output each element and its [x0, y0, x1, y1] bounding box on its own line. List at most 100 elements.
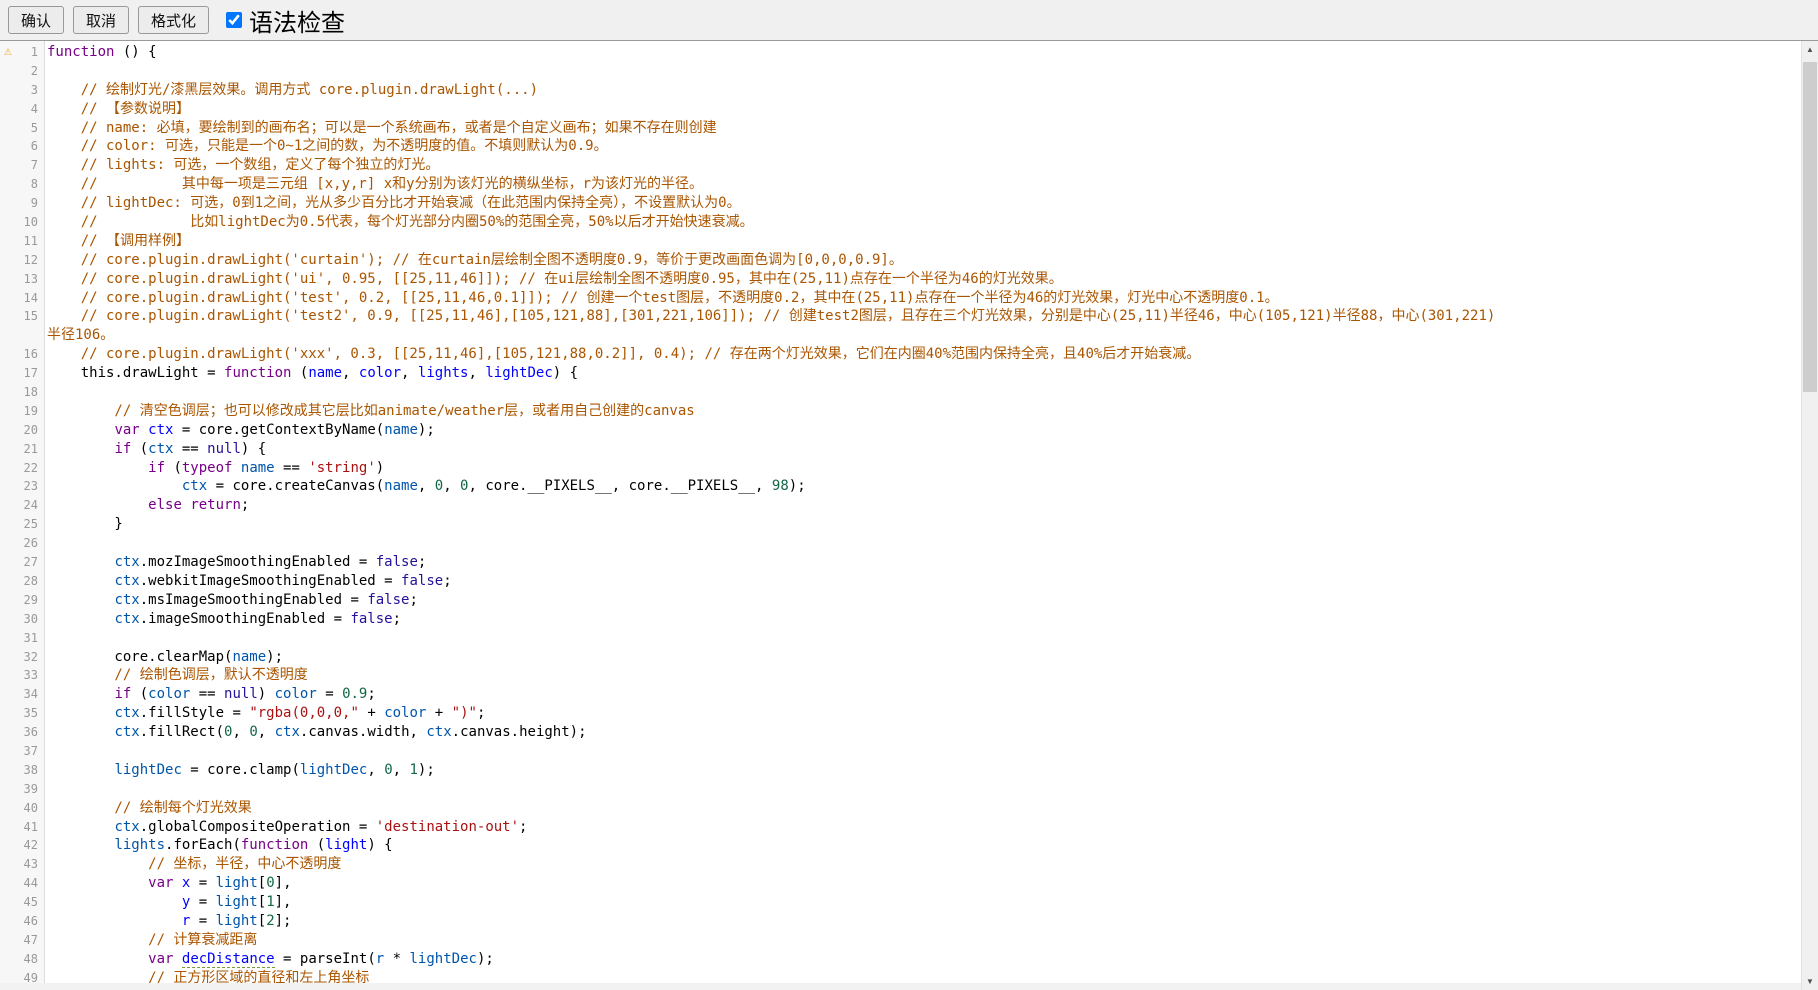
code-line[interactable]: 35 ctx.fillStyle = "rgba(0,0,0," + color…	[0, 704, 1801, 723]
line-number: 30	[0, 610, 44, 629]
line-number: 42	[0, 836, 44, 855]
line-number: 3	[0, 81, 44, 100]
line-number: 6	[0, 137, 44, 156]
vertical-scrollbar[interactable]: ▲ ▼	[1801, 41, 1818, 990]
code-line[interactable]: 11 // 【调用样例】	[0, 232, 1801, 251]
scrollbar-down-icon[interactable]: ▼	[1802, 973, 1818, 990]
line-number: ⚠1	[0, 43, 44, 62]
code-line[interactable]: 44 var x = light[0],	[0, 874, 1801, 893]
code-line[interactable]: 18	[0, 383, 1801, 402]
code-line[interactable]: 34 if (color == null) color = 0.9;	[0, 685, 1801, 704]
line-number: 9	[0, 194, 44, 213]
code-line[interactable]: 25 }	[0, 515, 1801, 534]
cancel-button[interactable]: 取消	[73, 6, 129, 34]
line-number: 13	[0, 270, 44, 289]
code-line[interactable]: 27 ctx.mozImageSmoothingEnabled = false;	[0, 553, 1801, 572]
code-line[interactable]: 半径106。	[0, 326, 1801, 345]
code-line[interactable]: 31	[0, 629, 1801, 648]
line-number: 24	[0, 496, 44, 515]
code-editor[interactable]: ⚠1function () {23 // 绘制灯光/漆黑层效果。调用方式 cor…	[0, 40, 1818, 990]
code-line[interactable]: 36 ctx.fillRect(0, 0, ctx.canvas.width, …	[0, 723, 1801, 742]
line-number: 2	[0, 62, 44, 81]
line-number: 46	[0, 912, 44, 931]
line-number: 23	[0, 477, 44, 496]
code-line[interactable]: 4 // 【参数说明】	[0, 100, 1801, 119]
code-line[interactable]: 43 // 坐标，半径，中心不透明度	[0, 855, 1801, 874]
line-number: 34	[0, 685, 44, 704]
code-line[interactable]: 8 // 其中每一项是三元组 [x,y,r] x和y分别为该灯光的横纵坐标，r为…	[0, 175, 1801, 194]
confirm-button[interactable]: 确认	[8, 6, 64, 34]
code-area[interactable]: ⚠1function () {23 // 绘制灯光/漆黑层效果。调用方式 cor…	[0, 41, 1801, 983]
format-button[interactable]: 格式化	[138, 6, 209, 34]
syntax-check-control: 语法检查	[226, 3, 345, 38]
horizontal-scrollbar-track[interactable]	[0, 983, 1801, 990]
line-number	[0, 326, 44, 345]
code-line[interactable]: 45 y = light[1],	[0, 893, 1801, 912]
code-line[interactable]: 26	[0, 534, 1801, 553]
code-line[interactable]: 13 // core.plugin.drawLight('ui', 0.95, …	[0, 270, 1801, 289]
line-number: 37	[0, 742, 44, 761]
code-line[interactable]: 5 // name: 必填，要绘制到的画布名；可以是一个系统画布，或者是个自定义…	[0, 119, 1801, 138]
code-line[interactable]: 42 lights.forEach(function (light) {	[0, 836, 1801, 855]
line-number: 29	[0, 591, 44, 610]
code-line[interactable]: 40 // 绘制每个灯光效果	[0, 799, 1801, 818]
syntax-check-checkbox[interactable]	[226, 12, 242, 28]
line-number: 28	[0, 572, 44, 591]
line-number: 47	[0, 931, 44, 950]
line-number: 16	[0, 345, 44, 364]
code-line[interactable]: 39	[0, 780, 1801, 799]
plugin-code-editor-window: { "toolbar": { "confirm_label": "确认", "c…	[0, 0, 1818, 990]
code-line[interactable]: 9 // lightDec: 可选，0到1之间，光从多少百分比才开始衰减（在此范…	[0, 194, 1801, 213]
code-line[interactable]: 28 ctx.webkitImageSmoothingEnabled = fal…	[0, 572, 1801, 591]
code-line[interactable]: 10 // 比如lightDec为0.5代表，每个灯光部分内圈50%的范围全亮，…	[0, 213, 1801, 232]
line-number: 8	[0, 175, 44, 194]
code-line[interactable]: 21 if (ctx == null) {	[0, 440, 1801, 459]
code-line[interactable]: 24 else return;	[0, 496, 1801, 515]
code-line[interactable]: 37	[0, 742, 1801, 761]
line-number: 27	[0, 553, 44, 572]
line-number: 44	[0, 874, 44, 893]
code-line[interactable]: 32 core.clearMap(name);	[0, 648, 1801, 667]
line-number: 22	[0, 459, 44, 478]
code-line[interactable]: 3 // 绘制灯光/漆黑层效果。调用方式 core.plugin.drawLig…	[0, 81, 1801, 100]
scrollbar-up-icon[interactable]: ▲	[1802, 41, 1818, 58]
line-number: 11	[0, 232, 44, 251]
code-line[interactable]: 2	[0, 62, 1801, 81]
syntax-check-label: 语法检查	[249, 3, 345, 38]
code-line[interactable]: 48 var decDistance = parseInt(r * lightD…	[0, 950, 1801, 969]
line-number: 4	[0, 100, 44, 119]
code-line[interactable]: 46 r = light[2];	[0, 912, 1801, 931]
line-number: 18	[0, 383, 44, 402]
line-number: 43	[0, 855, 44, 874]
line-number: 41	[0, 818, 44, 837]
code-line[interactable]: 17 this.drawLight = function (name, colo…	[0, 364, 1801, 383]
line-number: 25	[0, 515, 44, 534]
code-line[interactable]: 7 // lights: 可选，一个数组，定义了每个独立的灯光。	[0, 156, 1801, 175]
code-line[interactable]: 20 var ctx = core.getContextByName(name)…	[0, 421, 1801, 440]
code-line[interactable]: 29 ctx.msImageSmoothingEnabled = false;	[0, 591, 1801, 610]
code-line[interactable]: 47 // 计算衰减距离	[0, 931, 1801, 950]
code-line[interactable]: 16 // core.plugin.drawLight('xxx', 0.3, …	[0, 345, 1801, 364]
line-number: 26	[0, 534, 44, 553]
code-line[interactable]: 23 ctx = core.createCanvas(name, 0, 0, c…	[0, 477, 1801, 496]
code-line[interactable]: 41 ctx.globalCompositeOperation = 'desti…	[0, 818, 1801, 837]
code-line[interactable]: 38 lightDec = core.clamp(lightDec, 0, 1)…	[0, 761, 1801, 780]
line-number: 7	[0, 156, 44, 175]
line-number: 39	[0, 780, 44, 799]
scrollbar-thumb[interactable]	[1803, 62, 1817, 392]
line-number: 10	[0, 213, 44, 232]
code-line[interactable]: 15 // core.plugin.drawLight('test2', 0.9…	[0, 307, 1801, 326]
code-line[interactable]: 19 // 清空色调层；也可以修改成其它层比如animate/weather层，…	[0, 402, 1801, 421]
code-line[interactable]: 49 // 正方形区域的直径和左上角坐标	[0, 969, 1801, 983]
code-line[interactable]: 6 // color: 可选，只能是一个0~1之间的数，为不透明度的值。不填则默…	[0, 137, 1801, 156]
code-line[interactable]: 14 // core.plugin.drawLight('test', 0.2,…	[0, 289, 1801, 308]
code-line[interactable]: 22 if (typeof name == 'string')	[0, 459, 1801, 478]
code-line[interactable]: 12 // core.plugin.drawLight('curtain'); …	[0, 251, 1801, 270]
code-line[interactable]: ⚠1function () {	[0, 43, 1801, 62]
code-line[interactable]: 30 ctx.imageSmoothingEnabled = false;	[0, 610, 1801, 629]
code-line[interactable]: 33 // 绘制色调层，默认不透明度	[0, 666, 1801, 685]
line-number: 40	[0, 799, 44, 818]
line-number: 15	[0, 307, 44, 326]
line-number: 20	[0, 421, 44, 440]
line-number: 36	[0, 723, 44, 742]
